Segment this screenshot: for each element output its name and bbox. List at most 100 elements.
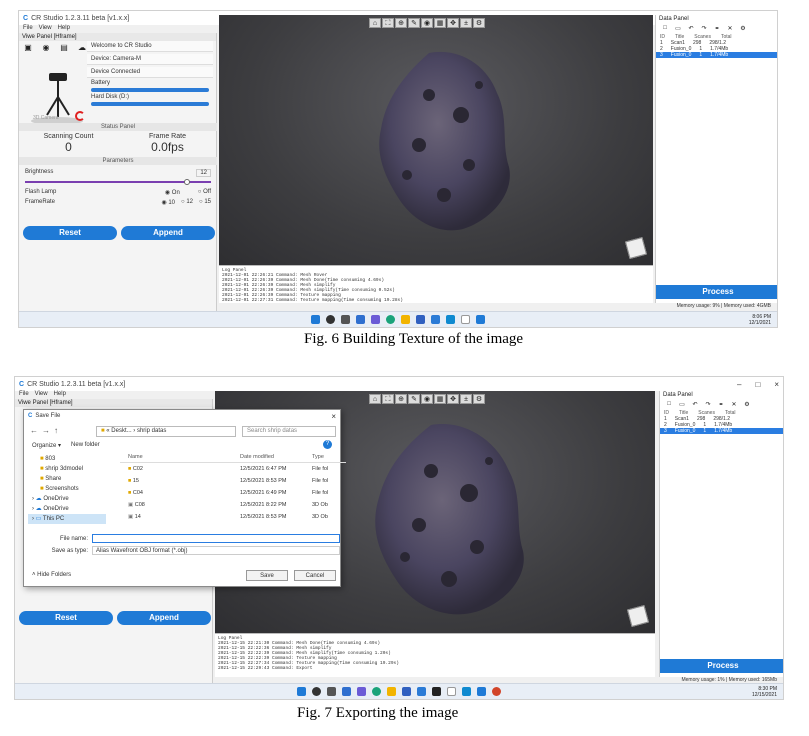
select-icon[interactable]: ✥ xyxy=(447,18,459,28)
eye-icon[interactable]: ◉ xyxy=(41,43,51,54)
delete-icon[interactable]: ✕ xyxy=(725,25,735,32)
flash-on-radio[interactable]: ◉ On xyxy=(165,189,180,196)
refresh-icon[interactable] xyxy=(75,111,85,121)
powerpoint-icon[interactable] xyxy=(492,687,501,696)
nav-item[interactable]: ■ 803 xyxy=(28,454,106,464)
windows-start-icon[interactable] xyxy=(297,687,306,696)
file-row[interactable]: ■ C04 12/5/2021 6:49 PM File fol xyxy=(120,487,346,499)
eye-view-icon[interactable]: ◉ xyxy=(421,394,433,404)
explorer-icon[interactable] xyxy=(387,687,396,696)
save-icon[interactable]: ▤ xyxy=(59,43,69,54)
texture-icon[interactable]: ▦ xyxy=(434,394,446,404)
store-icon[interactable] xyxy=(416,315,425,324)
cursor-icon[interactable]: ✎ xyxy=(408,394,420,404)
undo-icon[interactable]: ↶ xyxy=(686,25,696,32)
texture-icon[interactable]: ▦ xyxy=(434,18,446,28)
address-bar[interactable]: ■ « Deskt... › shrip datas xyxy=(96,426,236,437)
zoom-icon[interactable]: ⊕ xyxy=(395,394,407,404)
brightness-slider[interactable] xyxy=(25,179,211,185)
frame-rate-10-radio[interactable]: ◉ 10 xyxy=(161,199,175,206)
save-button[interactable]: Save xyxy=(246,570,288,581)
menu-file[interactable]: File xyxy=(19,391,29,399)
hide-folders-toggle[interactable]: ˄ Hide Folders xyxy=(32,572,71,578)
axis-cube-icon[interactable] xyxy=(624,236,648,260)
process-button[interactable]: Process xyxy=(660,659,783,673)
axis-cube-icon[interactable] xyxy=(626,604,650,628)
home-icon[interactable]: ⌂ xyxy=(369,394,381,404)
mail-icon[interactable] xyxy=(431,315,440,324)
edge-icon[interactable] xyxy=(372,687,381,696)
up-arrow-icon[interactable]: ↑ xyxy=(54,426,62,435)
menu-file[interactable]: File xyxy=(23,25,33,33)
cloud-icon[interactable]: ☁ xyxy=(77,43,87,54)
open-icon[interactable]: ▭ xyxy=(677,401,687,408)
scan-mode-icon[interactable]: ▣ xyxy=(23,43,33,54)
nav-item[interactable]: ■ Share xyxy=(28,474,106,484)
col-name[interactable]: Name xyxy=(120,454,240,462)
settings-icon[interactable]: ⚙ xyxy=(473,394,485,404)
search-icon[interactable] xyxy=(326,315,335,324)
photos-icon[interactable] xyxy=(446,315,455,324)
document-icon[interactable] xyxy=(461,315,470,324)
table-row-selected[interactable]: 3 Fusion_0 1 1.7/4Mb xyxy=(660,428,783,434)
table-row-selected[interactable]: 3 Fusion_0 1 1.7/4Mb xyxy=(656,52,777,58)
eye-view-icon[interactable]: ◉ xyxy=(421,18,433,28)
col-date-modified[interactable]: Date modified xyxy=(240,454,312,462)
dialog-close-icon[interactable]: × xyxy=(331,412,336,421)
file-row[interactable]: ■ 15 12/5/2021 8:53 PM File fol xyxy=(120,475,346,487)
reset-button[interactable]: Reset xyxy=(23,226,117,240)
flash-off-radio[interactable]: ○ Off xyxy=(198,189,211,196)
append-button[interactable]: Append xyxy=(117,611,211,625)
fit-icon[interactable]: ⛶ xyxy=(382,18,394,28)
redo-icon[interactable]: ↷ xyxy=(703,401,713,408)
photos-icon[interactable] xyxy=(462,687,471,696)
explorer-icon[interactable] xyxy=(401,315,410,324)
menu-help[interactable]: Help xyxy=(58,25,70,33)
back-arrow-icon[interactable]: ← xyxy=(30,426,42,435)
new-icon[interactable]: □ xyxy=(660,25,670,32)
merge-icon[interactable]: ⚭ xyxy=(712,25,722,32)
file-row[interactable]: ▣ 14 12/5/2021 8:53 PM 3D Ob xyxy=(120,511,346,523)
store-icon[interactable] xyxy=(402,687,411,696)
search-input[interactable]: Search shrip datas xyxy=(242,426,336,437)
widgets-icon[interactable] xyxy=(342,687,351,696)
app-icon[interactable] xyxy=(477,687,486,696)
organize-button[interactable]: Organize ▾ xyxy=(32,442,61,449)
nav-item[interactable]: ■ shrip 3dmodel xyxy=(28,464,106,474)
chat-icon[interactable] xyxy=(371,315,380,324)
col-type[interactable]: Type xyxy=(312,454,342,462)
forward-arrow-icon[interactable]: → xyxy=(42,426,54,435)
minimize-button[interactable]: – xyxy=(737,380,741,389)
file-row[interactable]: ■ C02 12/5/2021 6:47 PM File fol xyxy=(120,463,346,475)
cancel-button[interactable]: Cancel xyxy=(294,570,336,581)
nav-item-onedrive[interactable]: › ☁ OneDrive xyxy=(28,504,106,514)
gear-icon[interactable]: ⚙ xyxy=(742,401,752,408)
undo-icon[interactable]: ↶ xyxy=(690,401,700,408)
save-type-select[interactable]: Alias Wavefront OBJ format (*.obj) xyxy=(92,546,340,555)
brightness-value[interactable]: 12 xyxy=(196,169,211,177)
chat-icon[interactable] xyxy=(357,687,366,696)
cursor-icon[interactable]: ✎ xyxy=(408,18,420,28)
menu-view[interactable]: View xyxy=(35,391,48,399)
help-icon[interactable]: ? xyxy=(323,440,332,449)
maximize-button[interactable]: □ xyxy=(755,380,760,389)
append-button[interactable]: Append xyxy=(121,226,215,240)
nav-item-this-pc[interactable]: › ▭ This PC xyxy=(28,514,106,524)
gear-icon[interactable]: ⚙ xyxy=(738,25,748,32)
document-icon[interactable] xyxy=(447,687,456,696)
menu-view[interactable]: View xyxy=(39,25,52,33)
brightness-slider-knob[interactable] xyxy=(184,179,190,185)
mail-icon[interactable] xyxy=(417,687,426,696)
widgets-icon[interactable] xyxy=(356,315,365,324)
task-view-icon[interactable] xyxy=(327,687,336,696)
windows-start-icon[interactable] xyxy=(311,315,320,324)
settings-icon[interactable]: ⚙ xyxy=(473,18,485,28)
measure-icon[interactable]: ± xyxy=(460,394,472,404)
menu-help[interactable]: Help xyxy=(54,391,66,399)
zoom-icon[interactable]: ⊕ xyxy=(395,18,407,28)
3d-viewport[interactable]: ⌂ ⛶ ⊕ ✎ ◉ ▦ ✥ ± ⚙ xyxy=(219,15,653,265)
app-icon[interactable] xyxy=(476,315,485,324)
frame-rate-12-radio[interactable]: ○ 12 xyxy=(181,199,193,206)
edge-icon[interactable] xyxy=(386,315,395,324)
merge-icon[interactable]: ⚭ xyxy=(716,401,726,408)
